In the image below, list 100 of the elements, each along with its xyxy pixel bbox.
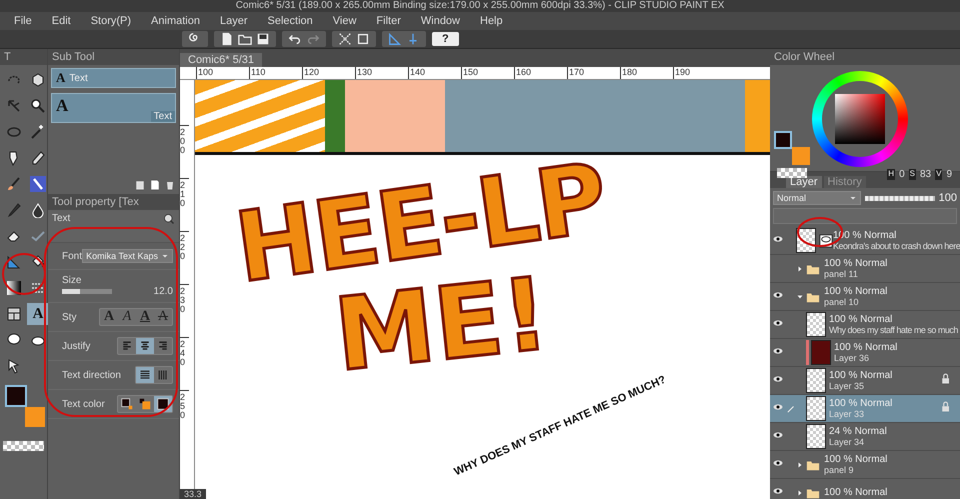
option-button[interactable] (136, 367, 154, 383)
menu-item[interactable]: Help (470, 15, 513, 27)
layer-mode: 100 % Normal (829, 370, 894, 381)
option-button[interactable] (136, 338, 154, 354)
menu-item[interactable]: Story(P) (80, 15, 142, 27)
main-color-icon (120, 397, 134, 411)
undo-icon (288, 32, 302, 46)
layer-mode: 100 % Normal (834, 342, 898, 353)
pencil-icon (30, 150, 46, 166)
bucket-icon (30, 254, 46, 270)
menu-item[interactable]: Filter (366, 15, 411, 27)
text-style-button[interactable]: A (154, 309, 172, 325)
menu-item[interactable]: Layer (210, 15, 258, 27)
layer-thumbnail (806, 396, 826, 421)
main-color-swatch[interactable] (5, 385, 27, 407)
sub-tool-group[interactable]: A Text (51, 68, 176, 88)
panel-tab[interactable]: T (0, 49, 47, 65)
ruler-label: 160 (514, 67, 567, 79)
font-dropdown[interactable]: Komika Text Kaps (82, 249, 173, 263)
panel-tab[interactable]: Layer (786, 176, 822, 188)
custom-color-icon (156, 397, 170, 411)
trash-icon (164, 179, 176, 191)
blend-mode-dropdown[interactable]: Normal (773, 191, 861, 205)
ruler-label: 110 (249, 67, 302, 79)
layer-thumbnail (806, 368, 826, 393)
ruler-label: 210 (180, 178, 189, 231)
ruler-label: 230 (180, 284, 189, 337)
layer-row[interactable]: 100 % Normal Why does my staff hate me so much (770, 311, 960, 339)
main-color-swatch[interactable] (774, 131, 792, 149)
pointer-icon (6, 358, 22, 374)
menu-item[interactable]: Animation (141, 15, 210, 27)
panel-tab[interactable]: Tool property [Tex (48, 194, 179, 210)
menu-item[interactable]: Window (410, 15, 470, 27)
layer-mode: 100 % Normal (829, 314, 894, 325)
move-icon (30, 72, 46, 88)
tool-button[interactable] (27, 173, 49, 195)
text-style-button[interactable]: A (100, 309, 118, 325)
horizontal-text-icon (139, 369, 151, 381)
sub-tool-item[interactable]: A Text (51, 93, 176, 123)
arrows-icon (6, 98, 22, 114)
help-button[interactable]: ? (432, 32, 459, 46)
brush-icon (6, 176, 22, 192)
layer-row[interactable]: 24 % Normal Layer 34 (770, 423, 960, 451)
layer-row[interactable]: 100 % Normal Layer 33 (770, 395, 960, 423)
sub-color-icon (138, 397, 152, 411)
zoom-value: 33.3 (180, 489, 206, 499)
text-style-button[interactable]: A (118, 309, 136, 325)
hue-value: 0 (899, 169, 905, 180)
opacity-value[interactable]: 100 (938, 192, 957, 204)
new-page-icon (220, 32, 234, 46)
size-value[interactable]: 12.0 (154, 286, 173, 297)
layer-name: Layer 34 (829, 437, 866, 447)
sub-color-swatch[interactable] (25, 407, 45, 427)
redo-icon (306, 32, 320, 46)
saturation-value: 83 (920, 169, 932, 180)
brightness-value: 9 (946, 169, 952, 180)
panel-tab[interactable]: Color Wheel (770, 49, 960, 65)
layer-name: panel 11 (824, 269, 859, 279)
menu-item[interactable]: View (322, 15, 366, 27)
ruler-label: 190 (673, 67, 726, 79)
transparent-swatch[interactable] (3, 441, 44, 451)
ruler-icon (6, 254, 22, 270)
layer-name: Keondra's about to crash down here (833, 241, 960, 251)
copy-icon (134, 179, 146, 191)
transparent-swatch[interactable] (777, 168, 807, 178)
color-label (806, 340, 809, 365)
menu-item[interactable]: Edit (42, 15, 81, 27)
layer-thumbnail (806, 424, 826, 449)
layer-row[interactable]: 100 % Normal Layer 35 (770, 367, 960, 395)
sub-color-swatch[interactable] (792, 147, 810, 165)
color-option-button[interactable] (154, 396, 172, 412)
dropdown-caret-icon (849, 194, 857, 202)
ruler-label: 130 (355, 67, 408, 79)
saturation-value-square[interactable] (835, 94, 885, 144)
vertical-text-icon (157, 369, 169, 381)
field-label: Justify (62, 340, 90, 352)
layer-thumbnail (806, 312, 826, 337)
opacity-slider[interactable] (865, 196, 935, 200)
ruler-label: 100 (196, 67, 249, 79)
layer-row[interactable]: 100 % Normal Layer 36 (770, 339, 960, 367)
lock-icon (940, 401, 952, 413)
panel-tab[interactable]: Sub Tool (48, 49, 179, 65)
text-style-button[interactable]: A (136, 309, 154, 325)
ruler-label: 150 (461, 67, 514, 79)
layer-mode: 24 % Normal (829, 426, 888, 437)
ruler-label: 170 (567, 67, 620, 79)
menu-item[interactable]: File (4, 15, 42, 27)
ruler-label: 200 (180, 125, 189, 178)
field-label: Font (62, 250, 82, 262)
document-tab[interactable]: Comic6* 5/31 (180, 53, 262, 67)
open-folder-icon (238, 32, 252, 46)
ruler-label: 220 (180, 231, 189, 284)
collapse-arrow-icon (796, 292, 804, 300)
layer-mode: 100 % Normal (829, 398, 894, 409)
new-icon (149, 179, 161, 191)
layer-name: Why does my staff hate me so much (829, 325, 959, 335)
menu-item[interactable]: Selection (258, 15, 323, 27)
size-slider[interactable] (62, 289, 112, 294)
ruler-label: 180 (620, 67, 673, 79)
window-title: Comic6* 5/31 (189.00 x 265.00mm Binding size:179.00 x 255.00mm 600dpi 33.3%) - CLIP STUDIO PAINT EX (0, 0, 960, 12)
